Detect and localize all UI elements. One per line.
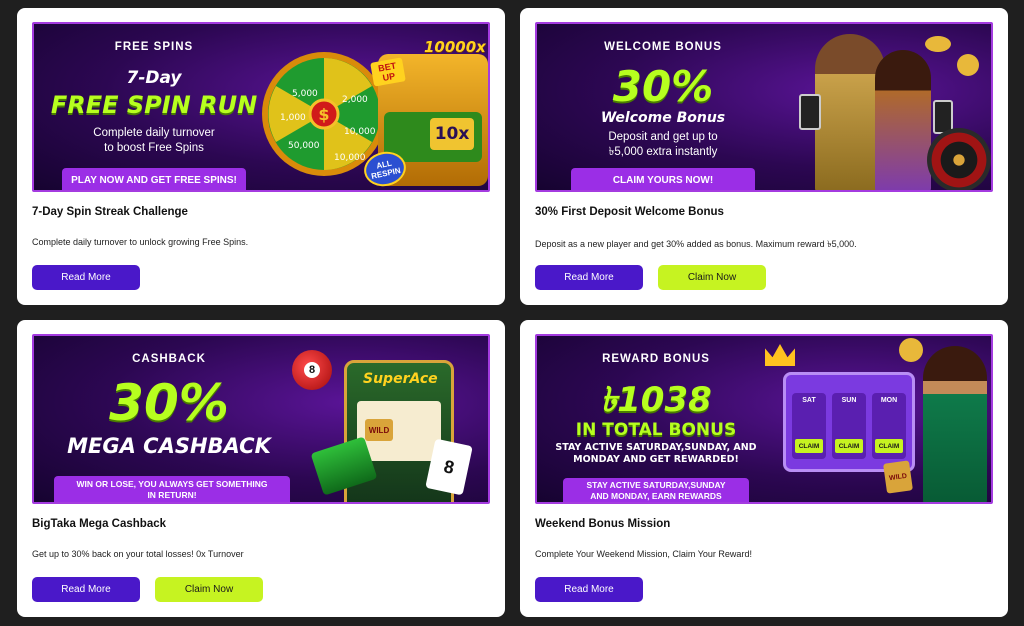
banner-headline: 30%	[612, 62, 714, 111]
promo-card-spin-streak: FREE SPINS 7-Day FREE SPIN RUN Complete …	[17, 8, 505, 305]
phone-icon	[799, 94, 821, 130]
banner-sub1: Deposit and get up to	[608, 131, 718, 143]
wheel-label: 1,000	[280, 113, 306, 123]
day-label: MON	[880, 397, 898, 404]
svg-text:$: $	[318, 105, 329, 124]
wheel-label: 5,000	[292, 89, 318, 99]
banner-sub2: to boost Free Spins	[104, 142, 204, 154]
card-description: Deposit as a new player and get 30% adde…	[535, 239, 857, 249]
wheel-label: 10,000	[334, 153, 366, 163]
promo-banner-cashback[interactable]: CASHBACK 30% MEGA CASHBACK WIN OR LOSE, …	[32, 334, 490, 504]
banner-kicker: REWARD BONUS	[602, 353, 710, 365]
read-more-button[interactable]: Read More	[535, 577, 643, 602]
card-description: Complete daily turnover to unlock growin…	[32, 237, 249, 247]
banner-line2: Welcome Bonus	[600, 110, 726, 126]
banner-cta-line2: AND MONDAY, EARN REWARDS	[590, 491, 722, 501]
read-more-button[interactable]: Read More	[535, 265, 643, 290]
banner-sub1: Complete daily turnover	[93, 127, 215, 139]
banner-headline: FREE SPIN RUN	[50, 91, 258, 119]
banner-cta-line1: WIN OR LOSE, YOU ALWAYS GET SOMETHING	[76, 479, 268, 489]
banner-cta: PLAY NOW AND GET FREE SPINS!	[62, 168, 246, 190]
banner-cta: WIN OR LOSE, YOU ALWAYS GET SOMETHING IN…	[54, 476, 290, 502]
promo-banner-free-spins[interactable]: FREE SPINS 7-Day FREE SPIN RUN Complete …	[32, 22, 490, 192]
billiard-ball-icon: 8	[292, 350, 332, 390]
promo-card-weekend-mission: REWARD BONUS ৳1038 IN TOTAL BONUS STAY A…	[520, 320, 1008, 617]
roulette-icon	[927, 128, 991, 190]
woman-figure-icon	[923, 346, 987, 502]
read-more-button[interactable]: Read More	[32, 265, 140, 290]
promo-card-welcome-bonus: WELCOME BONUS 30% Welcome Bonus Deposit …	[520, 8, 1008, 305]
day-label: SAT	[802, 397, 816, 404]
wild-symbol: WILD	[365, 419, 393, 441]
card-title: 7-Day Spin Streak Challenge	[32, 206, 188, 218]
claim-now-button[interactable]: Claim Now	[658, 265, 766, 290]
wheel-label: 50,000	[288, 141, 320, 151]
card-title: 30% First Deposit Welcome Bonus	[535, 206, 724, 218]
banner-kicker: FREE SPINS	[114, 41, 194, 53]
claim-now-button[interactable]: Claim Now	[155, 577, 263, 602]
calendar-icon: SAT CLAIM SUN CLAIM MON CLAIM	[783, 372, 915, 472]
banner-line1: 7-Day	[126, 68, 182, 88]
claim-badge: CLAIM	[835, 439, 863, 453]
banner-cta-line2: IN RETURN!	[147, 490, 197, 500]
coin-icon	[925, 36, 951, 52]
ball-number: 8	[304, 362, 320, 378]
multiplier-text: 10000x	[424, 38, 486, 56]
banner-line2: MEGA CASHBACK	[67, 434, 271, 458]
promo-banner-reward-bonus[interactable]: REWARD BONUS ৳1038 IN TOTAL BONUS STAY A…	[535, 334, 993, 504]
wild-symbol: WILD	[883, 460, 913, 494]
superace-logo: SuperAce	[363, 371, 438, 387]
banner-cta-line1: STAY ACTIVE SATURDAY,SUNDAY	[586, 480, 726, 490]
promo-banner-welcome-bonus[interactable]: WELCOME BONUS 30% Welcome Bonus Deposit …	[535, 22, 993, 192]
banner-kicker: CASHBACK	[132, 353, 206, 365]
read-more-button[interactable]: Read More	[32, 577, 140, 602]
banner-cta: STAY ACTIVE SATURDAY,SUNDAY AND MONDAY, …	[563, 478, 749, 502]
crown-icon	[765, 344, 795, 366]
woman-figure-icon	[875, 50, 931, 190]
ten-x-badge: 10x	[430, 118, 474, 150]
banner-line2: IN TOTAL BONUS	[575, 420, 737, 440]
card-description: Get up to 30% back on your total losses!…	[32, 549, 244, 559]
claim-badge: CLAIM	[795, 439, 823, 453]
claim-badge: CLAIM	[875, 439, 903, 453]
card-description: Complete Your Weekend Mission, Claim You…	[535, 549, 752, 559]
day-label: SUN	[841, 397, 857, 404]
banner-sub2: ৳5,000 extra instantly	[608, 146, 718, 158]
banner-headline: 30%	[109, 374, 229, 432]
wheel-label: 2,000	[342, 95, 368, 105]
coin-icon	[899, 338, 923, 362]
wheel-label: 10,000	[344, 127, 376, 137]
banner-sub2: MONDAY AND GET REWARDED!	[573, 454, 739, 465]
banner-cta: CLAIM YOURS NOW!	[571, 168, 755, 190]
card-title: BigTaka Mega Cashback	[32, 518, 167, 530]
banner-sub1: STAY ACTIVE SATURDAY,SUNDAY, AND	[555, 442, 757, 453]
promo-card-mega-cashback: CASHBACK 30% MEGA CASHBACK WIN OR LOSE, …	[17, 320, 505, 617]
coin-icon	[957, 54, 979, 76]
card-title: Weekend Bonus Mission	[535, 518, 671, 530]
banner-kicker: WELCOME BONUS	[604, 41, 722, 53]
